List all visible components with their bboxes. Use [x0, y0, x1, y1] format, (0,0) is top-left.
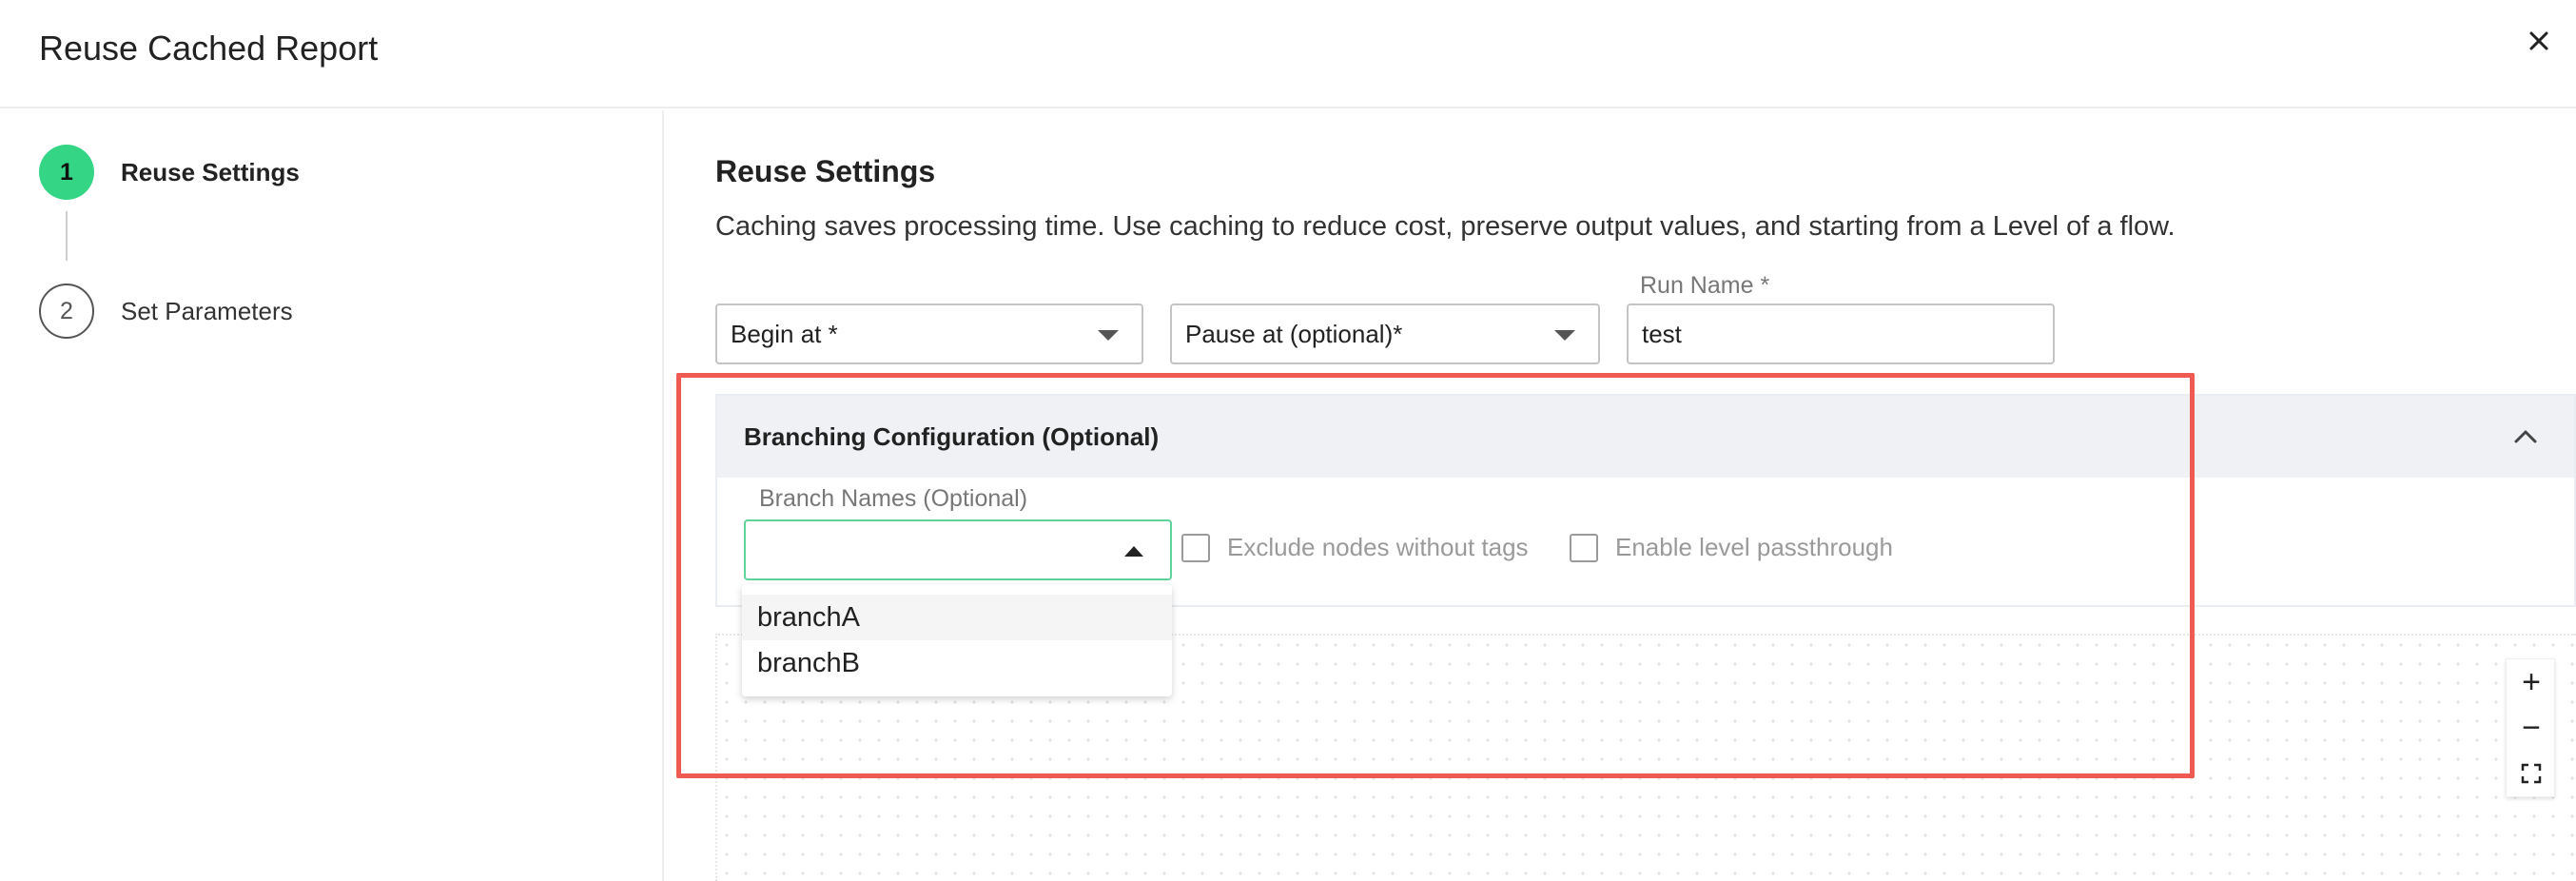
branch-names-label: Branch Names (Optional)	[759, 485, 1028, 512]
pause-at-value: Pause at (optional)*	[1185, 319, 1403, 348]
chevron-up-icon[interactable]	[2513, 424, 2538, 449]
branch-option-branchB[interactable]: branchB	[742, 640, 1172, 686]
exclude-nodes-option[interactable]: Exclude nodes without tags	[1181, 533, 1529, 562]
level-passthrough-checkbox[interactable]	[1570, 533, 1598, 562]
zoom-out-button[interactable]: −	[2507, 705, 2556, 751]
branch-names-select[interactable]	[744, 519, 1172, 580]
branching-config-panel: Branching Configuration (Optional) Branc…	[715, 394, 2576, 607]
caret-up-icon	[1124, 546, 1143, 557]
exclude-nodes-checkbox[interactable]	[1181, 533, 1210, 562]
zoom-in-button[interactable]: +	[2507, 659, 2556, 705]
begin-at-select[interactable]: Begin at *	[715, 303, 1143, 364]
level-passthrough-label: Enable level passthrough	[1615, 533, 1893, 561]
step-reuse-settings[interactable]: 1 Reuse Settings	[39, 145, 300, 200]
branching-config-title: Branching Configuration (Optional)	[744, 421, 1160, 451]
pause-at-select[interactable]: Pause at (optional)*	[1170, 303, 1600, 364]
fit-view-icon	[2521, 763, 2542, 784]
section-description: Caching saves processing time. Use cachi…	[715, 211, 2176, 242]
step-number-badge: 1	[39, 145, 94, 200]
branch-option-branchA[interactable]: branchA	[742, 595, 1172, 640]
branching-config-header[interactable]: Branching Configuration (Optional)	[717, 396, 2574, 478]
exclude-nodes-label: Exclude nodes without tags	[1227, 533, 1529, 561]
step-label: Set Parameters	[121, 296, 293, 325]
fit-view-button[interactable]	[2507, 751, 2556, 796]
run-name-label: Run Name *	[1640, 272, 1770, 299]
step-number-badge: 2	[39, 284, 94, 339]
step-label: Reuse Settings	[121, 157, 300, 186]
section-title: Reuse Settings	[715, 154, 936, 188]
minus-icon: −	[2522, 709, 2541, 746]
stepper-sidebar: 1 Reuse Settings 2 Set Parameters	[0, 110, 664, 881]
level-passthrough-option[interactable]: Enable level passthrough	[1570, 533, 1893, 562]
begin-at-value: Begin at *	[731, 319, 838, 348]
run-name-input[interactable]	[1627, 303, 2055, 364]
step-connector	[66, 211, 68, 261]
caret-down-icon	[1554, 330, 1575, 341]
step-set-parameters[interactable]: 2 Set Parameters	[39, 284, 293, 339]
dialog-header: Reuse Cached Report	[0, 0, 2576, 108]
close-icon	[2529, 31, 2548, 50]
caret-down-icon	[1098, 330, 1119, 341]
zoom-controls: + −	[2506, 658, 2555, 797]
dialog-title: Reuse Cached Report	[39, 29, 379, 68]
branch-options-menu: branchA branchB	[742, 584, 1172, 696]
close-button[interactable]	[2523, 25, 2555, 57]
plus-icon: +	[2522, 663, 2541, 700]
